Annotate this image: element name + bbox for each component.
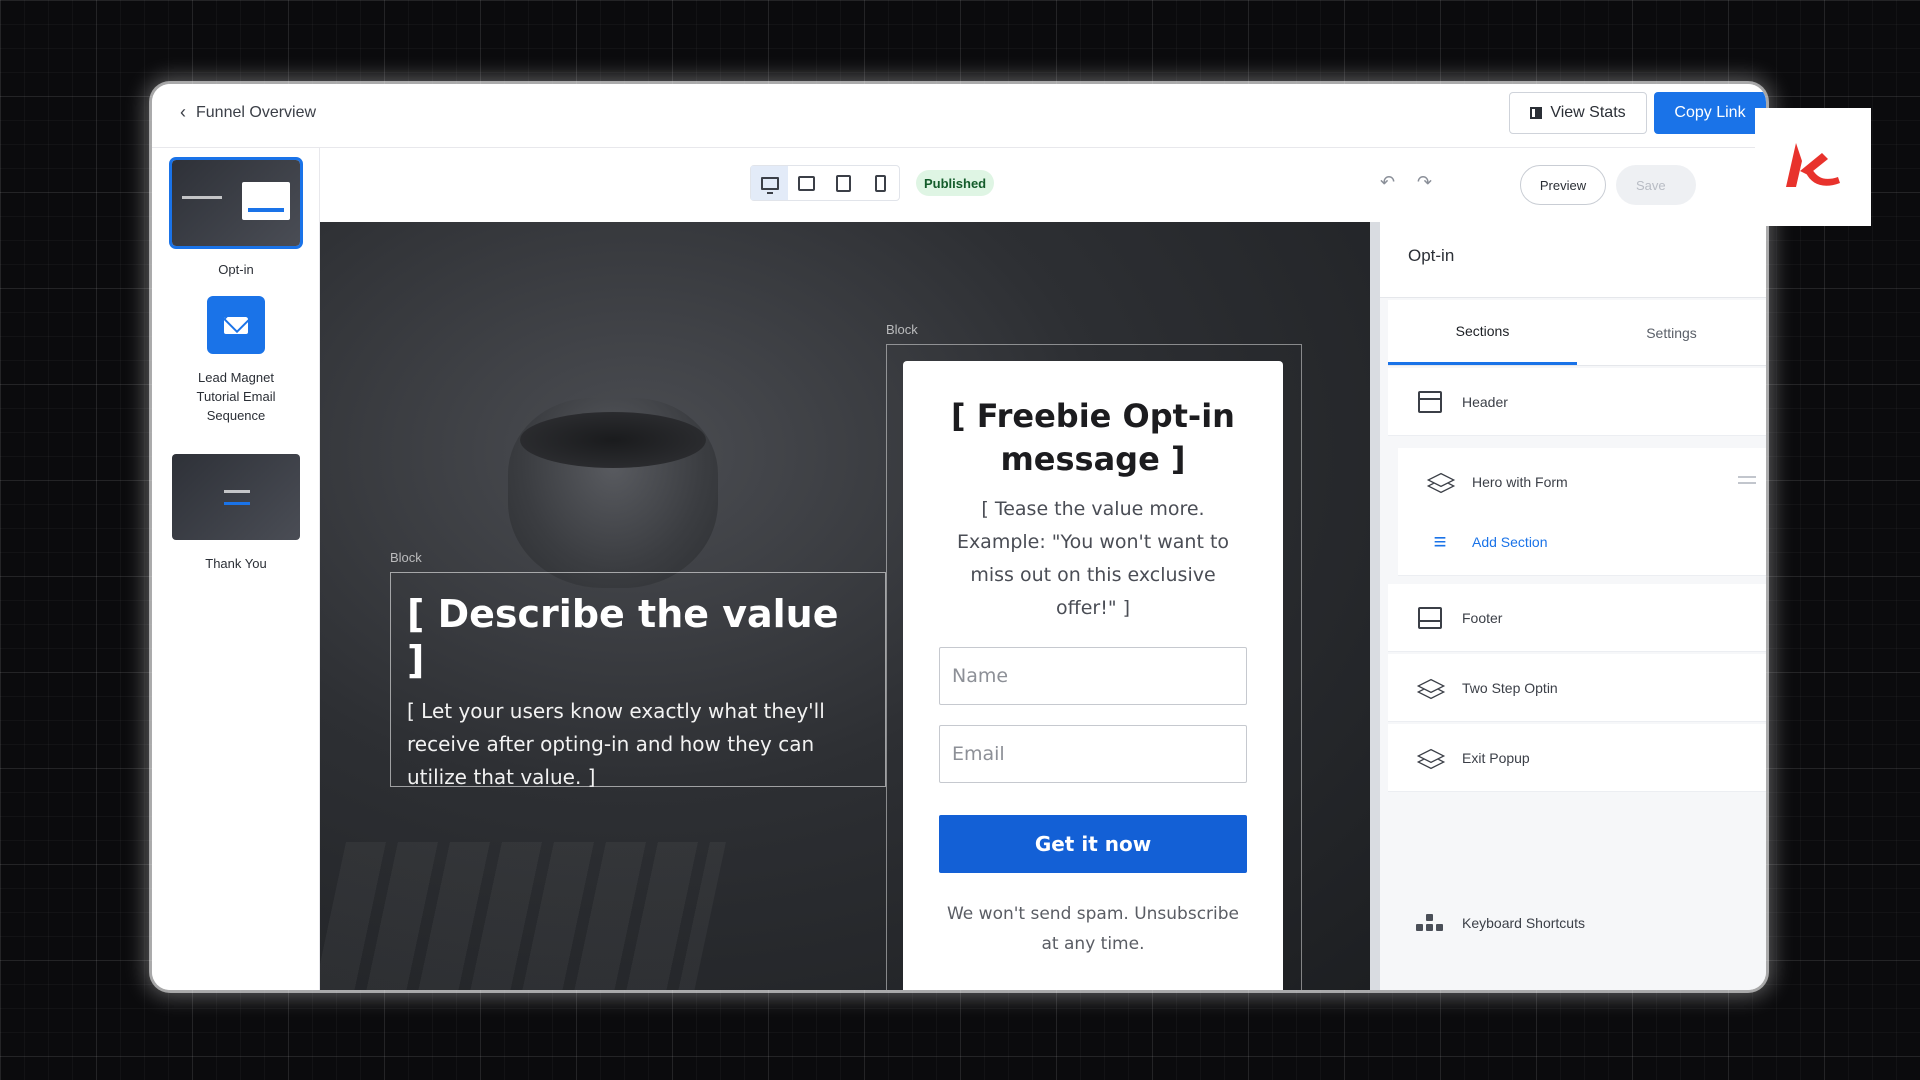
preview-button[interactable]: Preview: [1520, 165, 1606, 205]
step-label: Thank You: [205, 556, 267, 571]
keyboard-shortcuts-icon: [1416, 914, 1444, 932]
section-label: Two Step Optin: [1462, 679, 1558, 696]
tablet-view-button[interactable]: [825, 166, 862, 200]
device-switcher: [750, 165, 900, 201]
icon-wrapper: ≡: [1428, 529, 1452, 555]
hero-text-block[interactable]: [ Describe the value ] [ Let your users …: [390, 572, 886, 789]
brand-logo: [1755, 108, 1871, 226]
panel-title: Opt-in: [1380, 222, 1766, 298]
icon-wrapper: [1418, 390, 1442, 413]
desktop-icon: [760, 176, 779, 194]
form-tease-text[interactable]: [ Tease the value more. Example: "You wo…: [939, 493, 1247, 625]
thumbnail-heading-line: [182, 196, 222, 199]
email-field[interactable]: Email: [939, 725, 1247, 783]
thumbnail-button-line: [224, 502, 250, 505]
drag-handle-icon[interactable]: [1738, 476, 1756, 484]
form-heading[interactable]: [ Freebie Opt-in message ]: [939, 395, 1247, 481]
page-canvas[interactable]: Block [ Describe the value ] [ Let your …: [320, 222, 1370, 990]
brand-k-logo-icon: [1786, 143, 1840, 187]
step-label: Lead Magnet Tutorial Email Sequence: [196, 370, 276, 423]
desktop-view-button[interactable]: [751, 166, 788, 200]
add-section-icon: ≡: [1433, 528, 1447, 554]
editor-toolbar: Published ↶ ↷ Preview Save: [320, 148, 1766, 214]
copy-link-button[interactable]: Copy Link: [1654, 92, 1766, 134]
section-item-footer[interactable]: Footer: [1388, 584, 1766, 652]
hero-body[interactable]: [ Let your users know exactly what they'…: [407, 695, 869, 794]
section-item-header[interactable]: Header: [1388, 368, 1766, 436]
funnel-step-thank-you[interactable]: Thank You: [152, 454, 320, 573]
top-bar: ‹ Funnel Overview View Stats Copy Link: [152, 84, 1766, 148]
tab-settings[interactable]: Settings: [1577, 300, 1766, 365]
add-section-button[interactable]: ≡ Add Section: [1398, 508, 1766, 576]
back-link-label: Funnel Overview: [196, 103, 317, 121]
spam-disclaimer: We won't send spam. Unsubscribe at any t…: [946, 904, 1240, 954]
keyboard-shortcuts-label: Keyboard Shortcuts: [1462, 915, 1585, 931]
stats-icon: [1530, 107, 1543, 119]
view-stats-label: View Stats: [1550, 104, 1626, 121]
opt-in-thumbnail[interactable]: [169, 157, 303, 249]
block-label: Block: [390, 550, 422, 565]
step-label: Opt-in: [218, 262, 254, 277]
redo-icon[interactable]: ↷: [1417, 172, 1432, 193]
funnel-step-email-sequence[interactable]: Lead Magnet Tutorial Email Sequence: [152, 296, 320, 425]
email-step-tile[interactable]: [207, 296, 265, 354]
thumbnail-heading-line: [224, 490, 250, 493]
thank-you-thumbnail[interactable]: [172, 454, 300, 540]
keyboard-shortcuts-link[interactable]: Keyboard Shortcuts: [1416, 914, 1585, 932]
hero-heading[interactable]: [ Describe the value ]: [407, 591, 869, 683]
phone-icon: [875, 174, 886, 192]
layers-icon: [1426, 470, 1456, 494]
thumbnail-form-card: [242, 182, 290, 220]
footer-block-icon: [1418, 606, 1442, 629]
get-it-now-button[interactable]: Get it now: [939, 815, 1247, 873]
panel-tabs: Sections Settings: [1388, 300, 1766, 366]
undo-icon[interactable]: ↶: [1380, 172, 1395, 193]
add-section-label: Add Section: [1472, 533, 1548, 550]
status-badge: Published: [916, 170, 995, 196]
layers-icon: [1416, 746, 1446, 770]
section-item-exit-popup[interactable]: Exit Popup: [1388, 724, 1766, 792]
icon-wrapper: [1426, 470, 1456, 494]
phone-view-button[interactable]: [862, 166, 899, 200]
layers-icon: [1416, 676, 1446, 700]
icon-wrapper: [1416, 746, 1446, 770]
tablet-icon: [836, 174, 851, 192]
app-window: ‹ Funnel Overview View Stats Copy Link O…: [152, 84, 1766, 990]
keyboard-image: [320, 842, 726, 990]
funnel-step-opt-in[interactable]: Opt-in: [152, 157, 320, 279]
back-to-funnel-overview[interactable]: ‹ Funnel Overview: [180, 102, 316, 123]
section-label: Footer: [1462, 609, 1503, 626]
section-label: Header: [1462, 393, 1508, 410]
opt-in-form-card[interactable]: [ Freebie Opt-in message ] [ Tease the v…: [903, 361, 1283, 990]
laptop-icon: [798, 175, 815, 191]
laptop-view-button[interactable]: [788, 166, 825, 200]
view-stats-button[interactable]: View Stats: [1509, 92, 1647, 134]
icon-wrapper: [1418, 606, 1442, 629]
envelope-icon: [224, 316, 248, 334]
block-label: Block: [886, 322, 918, 337]
section-item-two-step-optin[interactable]: Two Step Optin: [1388, 654, 1766, 722]
name-field[interactable]: Name: [939, 647, 1247, 705]
header-block-icon: [1418, 390, 1442, 413]
funnel-steps-sidebar: Opt-in Lead Magnet Tutorial Email Sequen…: [152, 148, 320, 990]
coffee-mug-rim: [520, 412, 706, 468]
sections-panel: Opt-in Sections Settings Header Hero wit…: [1380, 222, 1766, 990]
icon-wrapper: [1416, 676, 1446, 700]
section-item-hero-with-form[interactable]: Hero with Form: [1398, 448, 1766, 516]
panel-divider[interactable]: [1370, 222, 1380, 990]
section-label: Exit Popup: [1462, 749, 1530, 766]
save-button[interactable]: Save: [1616, 165, 1696, 205]
tab-sections[interactable]: Sections: [1388, 300, 1577, 365]
chevron-left-icon: ‹: [180, 102, 186, 122]
section-label: Hero with Form: [1472, 473, 1568, 490]
